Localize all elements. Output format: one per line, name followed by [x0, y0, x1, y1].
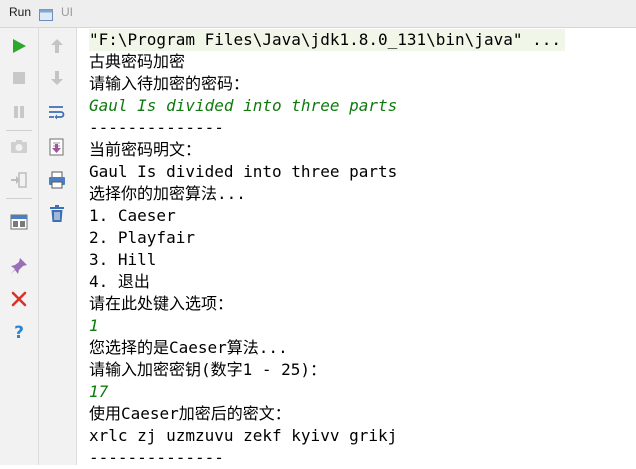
console-output-line: 请输入加密密钥(数字1 - 25)：	[89, 360, 327, 379]
svg-text:?: ?	[14, 323, 24, 341]
dump-threads-icon[interactable]	[7, 135, 31, 159]
run-icon[interactable]	[7, 34, 31, 58]
console-output-line: 选择你的加密算法...	[89, 184, 246, 203]
run-configuration-tab[interactable]: UI	[61, 5, 73, 19]
console-output-line: 当前密码明文：	[89, 140, 202, 159]
console-output-line: 使用Caeser加密后的密文：	[89, 404, 291, 423]
console-output-line: xrlc zj uzmzuvu zekf kyivv grikj	[89, 426, 398, 445]
console-user-input-line: 17	[89, 382, 109, 401]
scroll-down-icon[interactable]	[45, 66, 69, 90]
console-output-line: 3. Hill	[89, 250, 157, 269]
layout-icon[interactable]	[7, 210, 31, 234]
console-output-line: 古典密码加密	[89, 52, 186, 71]
console-output-line: 您选择的是Caeser算法...	[89, 338, 288, 357]
pause-icon[interactable]	[7, 100, 31, 124]
console-output-line: 2. Playfair	[89, 228, 195, 247]
scroll-to-end-icon[interactable]	[45, 135, 69, 159]
print-icon[interactable]	[45, 168, 69, 192]
console-output-line: 1. Caeser	[89, 206, 176, 225]
console-output-line: 请输入待加密的密码：	[89, 74, 250, 93]
clear-all-icon[interactable]	[45, 202, 69, 226]
soft-wrap-icon[interactable]	[45, 100, 69, 124]
console-output-line: --------------	[89, 118, 224, 137]
console-user-input-line: 1	[89, 316, 99, 335]
console-output[interactable]: "F:\Program Files\Java\jdk1.8.0_131\bin\…	[77, 28, 636, 467]
console-output-line: 请在此处键入选项：	[89, 294, 234, 313]
pin-icon[interactable]	[7, 254, 31, 278]
close-icon[interactable]	[7, 287, 31, 311]
console-user-input-line: Gaul Is divided into three parts	[89, 96, 398, 115]
run-tool-window-header: Run UI	[0, 0, 636, 28]
stop-icon[interactable]	[7, 66, 31, 90]
application-icon	[39, 6, 53, 21]
help-icon[interactable]: ?	[7, 320, 31, 344]
console-output-line: --------------	[89, 448, 224, 467]
console-output-line: 4. 退出	[89, 272, 150, 291]
console-output-line: Gaul Is divided into three parts	[89, 162, 398, 181]
tool-window-title: Run	[9, 5, 32, 19]
scroll-up-icon[interactable]	[45, 34, 69, 58]
console-actions-toolbar	[39, 28, 77, 465]
run-actions-toolbar: ?	[0, 28, 39, 465]
console-command-line: "F:\Program Files\Java\jdk1.8.0_131\bin\…	[89, 29, 566, 51]
restore-layout-icon[interactable]	[7, 168, 31, 192]
